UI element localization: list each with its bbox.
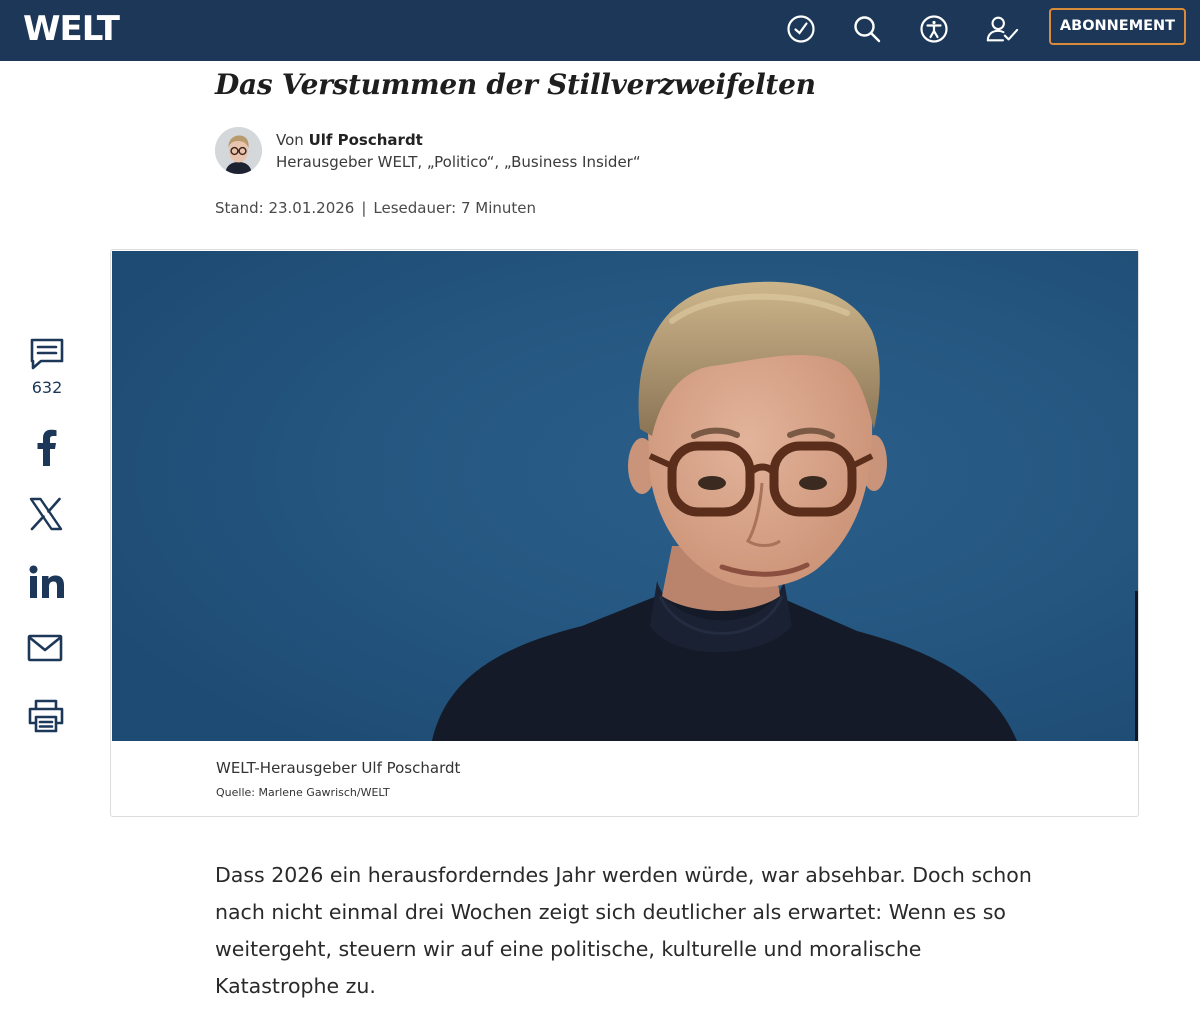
print-icon[interactable] (27, 698, 65, 734)
subscribe-button[interactable]: ABONNEMENT (1049, 8, 1186, 45)
author-byline: Von Ulf Poschardt (276, 131, 423, 149)
author-role: Herausgeber WELT, „Politico“, „Business … (276, 153, 641, 171)
image-source: Quelle: Marlene Gawrisch/WELT (216, 786, 390, 799)
linkedin-icon[interactable] (29, 565, 65, 599)
article-hero-figure (110, 249, 1139, 817)
mail-icon[interactable] (27, 633, 63, 663)
article-title: Das Verstummen der Stillverzweifelten (215, 68, 816, 101)
author-prefix: Von (276, 131, 304, 149)
comment-count[interactable]: 632 (27, 378, 67, 397)
search-icon[interactable] (850, 12, 884, 46)
author-name-link[interactable]: Ulf Poschardt (309, 131, 423, 149)
login-user-icon[interactable] (985, 12, 1019, 46)
comment-icon[interactable] (27, 337, 67, 373)
reading-time: Lesedauer: 7 Minuten (373, 199, 536, 217)
x-icon[interactable] (29, 497, 63, 531)
accessibility-icon[interactable] (917, 12, 951, 46)
article-meta: Stand: 23.01.2026 | Lesedauer: 7 Minuten (215, 199, 536, 217)
image-caption: WELT-Herausgeber Ulf Poschardt (216, 759, 461, 777)
article-lead-paragraph: Dass 2026 ein herausforderndes Jahr werd… (215, 863, 1032, 998)
author-avatar[interactable] (215, 127, 262, 174)
author-portrait-image[interactable] (112, 251, 1138, 741)
welt-logo[interactable]: WELT (23, 9, 120, 49)
facebook-icon[interactable] (33, 428, 59, 466)
top-navigation-bar: WELT ABONNEMENT (0, 0, 1200, 61)
history-check-icon[interactable] (784, 12, 818, 46)
publish-date: Stand: 23.01.2026 (215, 199, 355, 217)
meta-separator: | (361, 199, 367, 217)
